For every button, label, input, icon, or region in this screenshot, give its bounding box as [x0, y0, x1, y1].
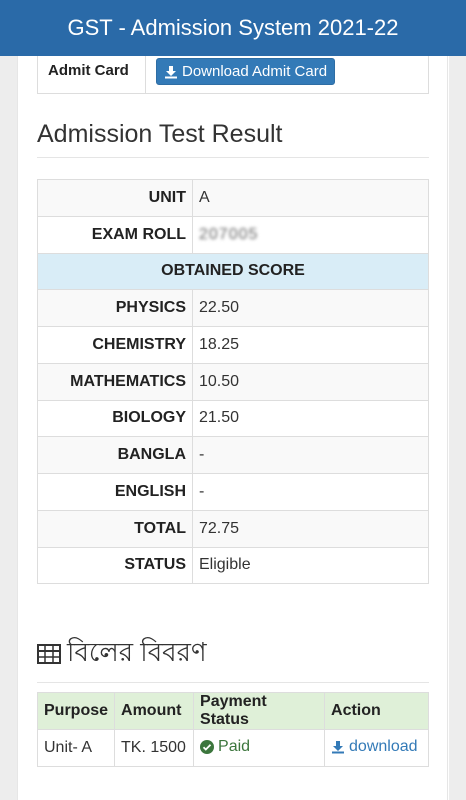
page-gutter-left	[0, 56, 17, 800]
col-amount: Amount	[114, 692, 195, 730]
subject-label: BANGLA	[37, 436, 193, 474]
payment-status-badge: Paid	[200, 738, 250, 756]
table-row: STATUS Eligible	[37, 546, 429, 585]
bill-heading: বিলের বিবরণ	[37, 632, 429, 683]
app-header: GST - Admission System 2021-22	[0, 0, 466, 56]
subject-label: MATHEMATICS	[37, 362, 193, 401]
download-receipt-link[interactable]: download	[331, 738, 418, 756]
obtained-score-header: OBTAINED SCORE	[37, 252, 429, 291]
subject-score: 21.50	[192, 399, 429, 438]
subject-score: -	[192, 473, 429, 511]
subject-label: CHEMISTRY	[37, 326, 193, 364]
download-icon	[332, 740, 345, 753]
exam-roll-value: 207005	[199, 225, 259, 243]
subject-score: 10.50	[192, 362, 429, 401]
status-label: STATUS	[37, 546, 193, 585]
bill-amount: TK. 1500	[114, 729, 195, 767]
subject-label: PHYSICS	[37, 289, 193, 327]
total-label: TOTAL	[37, 509, 193, 548]
subject-score: -	[192, 436, 429, 474]
table-row: BANGLA -	[37, 436, 429, 474]
total-score: 72.75	[192, 509, 429, 548]
table-row: OBTAINED SCORE	[37, 252, 429, 291]
table-icon	[37, 644, 61, 664]
subject-label: ENGLISH	[37, 473, 193, 511]
admit-card-label: Admit Card	[38, 56, 146, 93]
bill-header-row: Purpose Amount Payment Status Action	[36, 692, 429, 730]
download-icon	[165, 65, 177, 78]
subject-score: 22.50	[192, 289, 429, 327]
download-admit-card-button[interactable]: Download Admit Card	[156, 58, 336, 85]
status-value: Eligible	[192, 546, 429, 585]
check-circle-icon	[200, 739, 215, 754]
subject-score: 18.25	[192, 326, 429, 364]
payment-status-text: Paid	[218, 737, 251, 755]
app-title: GST - Admission System 2021-22	[67, 15, 399, 40]
result-table: UNIT A EXAM ROLL 207005 OBTAINED SCORE P…	[37, 179, 429, 585]
download-link-label: download	[349, 737, 418, 755]
table-row: TOTAL 72.75	[37, 509, 429, 548]
table-row: ENGLISH -	[37, 473, 429, 511]
exam-roll-label: EXAM ROLL	[37, 215, 193, 254]
table-row: BIOLOGY 21.50	[37, 399, 429, 438]
col-action: Action	[324, 692, 429, 730]
table-row: Unit- A TK. 1500 Paid download	[36, 729, 429, 767]
table-row: UNIT A	[37, 179, 429, 217]
table-row: PHYSICS 22.50	[37, 289, 429, 327]
download-admit-card-label: Download Admit Card	[182, 63, 328, 80]
col-purpose: Purpose	[36, 692, 116, 730]
result-heading: Admission Test Result	[37, 120, 429, 158]
col-payment-status: Payment Status	[193, 692, 326, 730]
table-row: MATHEMATICS 10.50	[37, 362, 429, 401]
unit-label: UNIT	[37, 179, 193, 217]
bill-title: বিলের বিবরণ	[67, 637, 207, 667]
table-row: EXAM ROLL 207005	[37, 215, 429, 254]
unit-value: A	[192, 179, 429, 217]
bill-table: Purpose Amount Payment Status Action Uni…	[36, 692, 429, 767]
page-gutter-right	[449, 56, 466, 800]
subject-label: BIOLOGY	[37, 399, 193, 438]
admit-card-row: Admit Card Download Admit Card	[37, 56, 429, 94]
bill-purpose: Unit- A	[36, 729, 116, 767]
table-row: CHEMISTRY 18.25	[37, 326, 429, 364]
